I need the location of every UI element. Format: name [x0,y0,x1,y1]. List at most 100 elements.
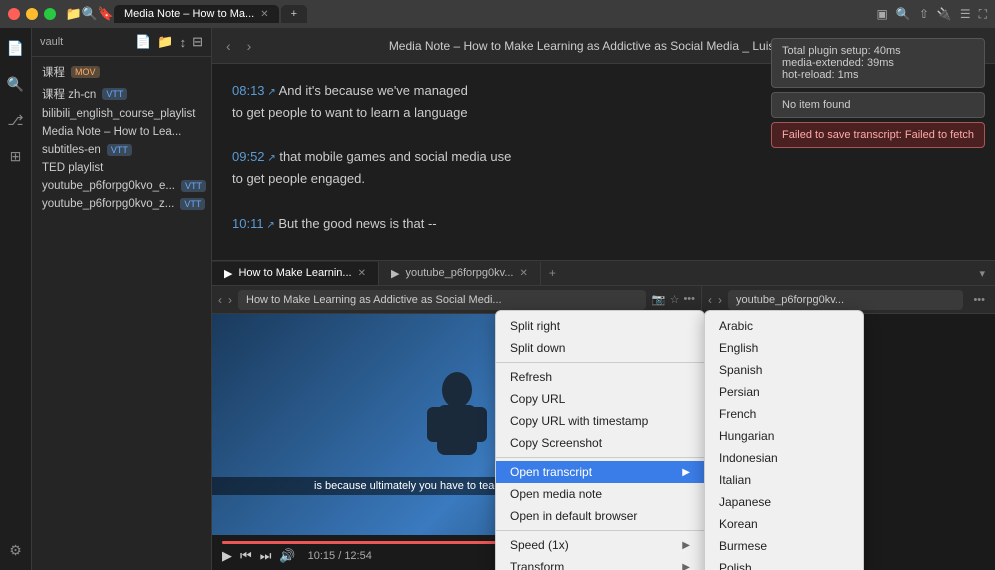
current-time: 10:15 [308,550,336,562]
timestamp-1011[interactable]: 10:11 [232,216,275,231]
pane-tab-add-button[interactable]: + [541,261,564,285]
ctx-split-down[interactable]: Split down [496,337,704,359]
timestamp-0952[interactable]: 09:52 [232,149,276,164]
sidebar-item-7[interactable]: youtube_p6forpg0kvo_z... VTT [32,195,211,213]
ctx-open-browser[interactable]: Open in default browser [496,505,704,527]
ctx-copy-url[interactable]: Copy URL [496,388,704,410]
ctx-separator-2 [496,457,704,458]
collapse-icon[interactable]: ⊟ [192,34,203,50]
pane-tab-video2[interactable]: ▶ youtube_p6forpg0kv... ✕ [379,262,541,285]
pane-tab-video1[interactable]: ▶ How to Make Learnin... ✕ [212,262,379,285]
search-global-icon[interactable]: 🔍 [896,7,911,21]
sidebar-item-1[interactable]: 课程 zh-cn VTT [32,83,211,105]
timestamp-0813[interactable]: 08:13 [232,83,276,98]
lang-burmese[interactable]: Burmese [705,535,863,557]
git-icon[interactable]: ⎇ [4,108,28,132]
fullscreen-icon[interactable]: ⛶ [979,7,987,22]
ctx-refresh[interactable]: Refresh [496,366,704,388]
right-back-icon[interactable]: ‹ [708,293,712,307]
sidebar-item-2[interactable]: bilibili_english_course_playlist [32,105,211,123]
video-forward-icon[interactable]: › [228,293,232,307]
folder-icon[interactable]: 📁 [66,6,82,22]
maximize-button[interactable] [44,8,56,20]
play-button[interactable]: ▶ [222,548,232,564]
item-badge: VTT [180,198,205,210]
item-label: subtitles-en [42,144,101,156]
star-icon[interactable]: ☆ [670,293,680,306]
new-file-icon[interactable]: 📄 [135,34,151,50]
back-button[interactable]: ‹ [222,36,235,56]
sidebar-item-5[interactable]: TED playlist [32,159,211,177]
plugin-icon[interactable]: 🔌 [937,7,952,21]
lang-persian[interactable]: Persian [705,381,863,403]
lang-french[interactable]: French [705,403,863,425]
camera-icon[interactable]: 📷 [652,293,666,306]
item-badge: VTT [102,88,127,100]
close-button[interactable] [8,8,20,20]
menu-icon[interactable]: ☰ [960,7,971,21]
note-line-4: to get people engaged. [232,168,975,190]
bookmark-icon[interactable]: 🔖 [98,6,114,22]
ctx-separator-3 [496,530,704,531]
lang-spanish[interactable]: Spanish [705,359,863,381]
pane-tab-label: How to Make Learnin... [238,267,351,279]
more-icon[interactable]: ••• [683,293,695,306]
sidebar-item-3[interactable]: Media Note – How to Lea... [32,123,211,141]
ctx-transform[interactable]: Transform ▶ [496,556,704,570]
sidebar-toggle-icon[interactable]: ▣ [877,7,888,21]
item-label: Media Note – How to Lea... [42,126,181,138]
context-menu: Split right Split down Refresh Copy URL … [495,310,705,570]
item-label: youtube_p6forpg0kvo_e... [42,180,175,192]
search-icon[interactable]: 🔍 [82,6,98,22]
active-tab[interactable]: Media Note – How to Ma... ✕ [114,5,279,23]
tab-add-button[interactable]: + [281,5,307,23]
new-folder-icon[interactable]: 📁 [157,34,173,50]
forward-button[interactable]: › [243,36,256,56]
titlebar-tabs: Media Note – How to Ma... ✕ + [114,5,877,23]
speaker-silhouette [417,365,497,485]
sidebar-item-0[interactable]: 课程 MOV [32,61,211,83]
ctx-copy-screenshot[interactable]: Copy Screenshot [496,432,704,454]
sort-icon[interactable]: ↕ [180,35,187,50]
note-line-3: 09:52 that mobile games and social media… [232,146,975,168]
toast-container: Total plugin setup: 40ms media-extended:… [771,38,985,148]
pane-tab-dropdown-icon[interactable]: ▾ [969,262,995,285]
minimize-button[interactable] [26,8,38,20]
pane-tab-close-icon2[interactable]: ✕ [520,268,528,279]
prev-button[interactable]: ⏮ [240,548,252,564]
next-button[interactable]: ⏭ [260,548,272,564]
lang-polish[interactable]: Polish [705,557,863,570]
lang-italian[interactable]: Italian [705,469,863,491]
right-forward-icon[interactable]: › [718,293,722,307]
lang-hungarian[interactable]: Hungarian [705,425,863,447]
volume-button[interactable]: 🔊 [279,548,295,564]
search-sidebar-icon[interactable]: 🔍 [4,72,28,96]
ctx-speed[interactable]: Speed (1x) ▶ [496,534,704,556]
extensions-icon[interactable]: ⊞ [4,144,28,168]
ctx-open-transcript[interactable]: Open transcript ▶ [496,461,704,483]
activity-bar: 📄 🔍 ⎇ ⊞ ⚙ [0,28,32,570]
files-icon[interactable]: 📄 [4,36,28,60]
lang-japanese[interactable]: Japanese [705,491,863,513]
ctx-arrow-speed: ▶ [682,540,690,551]
item-badge: MOV [71,66,100,78]
right-more-icon[interactable]: ••• [969,294,989,306]
lang-arabic[interactable]: Arabic [705,315,863,337]
titlebar-right-controls: ▣ 🔍 ⇧ 🔌 ☰ ⛶ [877,7,987,22]
video-back-icon[interactable]: ‹ [218,293,222,307]
share-icon[interactable]: ⇧ [919,7,929,21]
toast-line-2: media-extended: 39ms [782,57,974,69]
ctx-split-right[interactable]: Split right [496,315,704,337]
item-label: bilibili_english_course_playlist [42,108,195,120]
sidebar-item-4[interactable]: subtitles-en VTT [32,141,211,159]
pane-tabs-row: ▶ How to Make Learnin... ✕ ▶ youtube_p6f… [212,261,995,286]
lang-english[interactable]: English [705,337,863,359]
ctx-copy-url-timestamp[interactable]: Copy URL with timestamp [496,410,704,432]
lang-korean[interactable]: Korean [705,513,863,535]
debug-icon[interactable]: ⚙ [4,538,28,562]
sidebar-item-6[interactable]: youtube_p6forpg0kvo_e... VTT [32,177,211,195]
pane-tab-close-icon[interactable]: ✕ [358,268,366,279]
tab-close-icon[interactable]: ✕ [260,9,268,20]
ctx-open-media-note[interactable]: Open media note [496,483,704,505]
lang-indonesian[interactable]: Indonesian [705,447,863,469]
